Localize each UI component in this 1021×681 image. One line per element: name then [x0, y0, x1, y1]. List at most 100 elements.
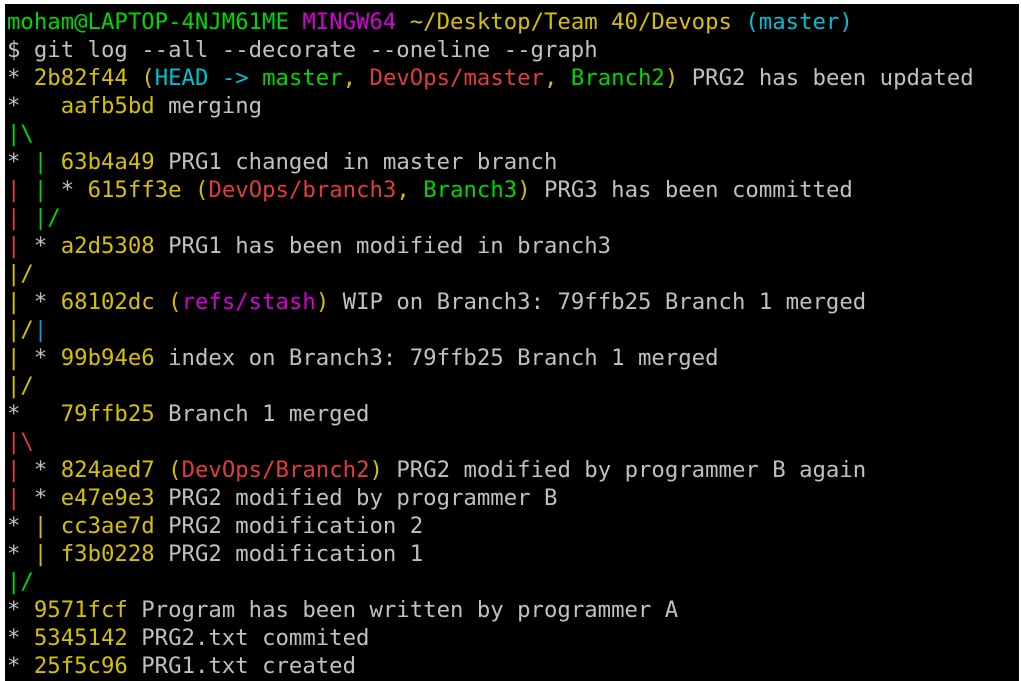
terminal-text: cc3ae7d [60, 513, 155, 539]
terminal-text: | [7, 485, 34, 511]
terminal-text: PRG3 has been committed [530, 177, 853, 203]
terminal-text: PRG2 modification 2 [154, 513, 424, 539]
terminal-line: * | 63b4a49 PRG1 changed in master branc… [7, 148, 974, 176]
terminal-text: * [7, 653, 34, 679]
terminal-line: | |/ [7, 204, 974, 232]
terminal-text: , [544, 65, 571, 91]
terminal-line: | | * 615ff3e (DevOps/branch3, Branch3) … [7, 176, 974, 204]
terminal-text: DevOps/Branch2 [181, 457, 370, 483]
terminal-line: | * 99b94e6 index on Branch3: 79ffb25 Br… [7, 344, 974, 372]
terminal-text: PRG1 changed in master branch [154, 149, 558, 175]
terminal-text: * [7, 625, 34, 651]
terminal-text: ( [194, 177, 209, 203]
terminal-text: PRG2 modified by programmer B again [382, 457, 867, 483]
terminal-text: ( [168, 289, 182, 315]
terminal-text: | [33, 177, 61, 203]
terminal-text: | [7, 345, 34, 371]
terminal-text: |/ [7, 373, 34, 399]
terminal-text: Branch2 [570, 65, 665, 91]
terminal-text: | [7, 457, 34, 483]
terminal-line: * 5345142 PRG2.txt commited [7, 624, 974, 652]
terminal-line: | * a2d5308 PRG1 has been modified in br… [7, 232, 974, 260]
terminal-text: 63b4a49 [60, 149, 155, 175]
terminal-text: | [7, 205, 34, 231]
terminal-text: | [7, 289, 34, 315]
terminal-output: moham@LAPTOP-4NJM61ME MINGW64 ~/Desktop/… [7, 8, 974, 680]
terminal-text: |/ [7, 261, 34, 287]
terminal-text: (master) [745, 9, 853, 35]
terminal-text: 25f5c96 [33, 653, 128, 679]
terminal-line: * 2b82f44 (HEAD -> master, DevOps/master… [7, 64, 974, 92]
terminal-text: * [7, 597, 34, 623]
terminal-text: PRG1 has been modified in branch3 [154, 233, 612, 259]
terminal-text: 99b94e6 [60, 345, 155, 371]
terminal-line: | * 68102dc (refs/stash) WIP on Branch3:… [7, 288, 974, 316]
terminal-window[interactable]: moham@LAPTOP-4NJM61ME MINGW64 ~/Desktop/… [5, 4, 1019, 681]
terminal-text: DevOps/master [369, 65, 545, 91]
terminal-text: * [7, 65, 34, 91]
terminal-text: * [33, 289, 61, 315]
terminal-text: ) [369, 457, 383, 483]
terminal-text: WIP on Branch3: 79ffb25 Branch 1 merged [329, 289, 867, 315]
terminal-text: |\ [7, 429, 34, 455]
terminal-text: * [7, 401, 61, 427]
terminal-text: 824aed7 [60, 457, 155, 483]
terminal-line: | * e47e9e3 PRG2 modified by programmer … [7, 484, 974, 512]
terminal-line: * 9571fcf Program has been written by pr… [7, 596, 974, 624]
terminal-text: PRG2.txt commited [127, 625, 370, 651]
terminal-text: Program has been written by programmer A [127, 597, 679, 623]
terminal-text: 615ff3e [87, 177, 182, 203]
terminal-text: ) [664, 65, 679, 91]
terminal-line: * 79ffb25 Branch 1 merged [7, 400, 974, 428]
terminal-line: | * 824aed7 (DevOps/Branch2) PRG2 modifi… [7, 456, 974, 484]
terminal-text: | [33, 513, 61, 539]
terminal-text: PRG2 modified by programmer B [154, 485, 558, 511]
terminal-line: |\ [7, 120, 974, 148]
terminal-line: * 25f5c96 PRG1.txt created [7, 652, 974, 680]
terminal-text: HEAD -> [154, 65, 263, 91]
terminal-text: | [33, 149, 61, 175]
terminal-text: ~/Desktop/Team 40/Devops [409, 9, 732, 35]
terminal-text: * [7, 149, 34, 175]
terminal-text: |/ [33, 205, 61, 231]
terminal-text: aafb5bd [60, 93, 155, 119]
terminal-text: * [33, 345, 61, 371]
terminal-line: |/ [7, 372, 974, 400]
terminal-text: e47e9e3 [60, 485, 155, 511]
terminal-text: * [60, 177, 88, 203]
terminal-text: 79ffb25 [60, 401, 155, 427]
terminal-text: moham@LAPTOP-4NJM61ME [7, 9, 289, 35]
terminal-text: Branch 1 merged [154, 401, 370, 427]
terminal-text: * [33, 233, 61, 259]
terminal-line: |/ [7, 260, 974, 288]
terminal-text: , [342, 65, 370, 91]
terminal-text: 5345142 [33, 625, 128, 651]
terminal-text: $ git log --all --decorate --oneline --g… [7, 37, 598, 63]
terminal-line: $ git log --all --decorate --oneline --g… [7, 36, 974, 64]
terminal-text: ) [315, 289, 330, 315]
terminal-text: f3b0228 [60, 541, 155, 567]
terminal-text: 68102dc [60, 289, 155, 315]
terminal-text: |\ [7, 121, 34, 147]
terminal-text: refs/stash [181, 289, 316, 315]
terminal-text: merging [154, 93, 263, 119]
terminal-text: | [33, 317, 48, 343]
terminal-text: * [7, 541, 34, 567]
terminal-line: * aafb5bd merging [7, 92, 974, 120]
terminal-line: |/ [7, 568, 974, 596]
terminal-line: * | cc3ae7d PRG2 modification 2 [7, 512, 974, 540]
terminal-text: DevOps/branch3 [208, 177, 397, 203]
terminal-line: * | f3b0228 PRG2 modification 1 [7, 540, 974, 568]
terminal-text: PRG2 modification 1 [154, 541, 424, 567]
terminal-text: * [33, 457, 61, 483]
terminal-line: moham@LAPTOP-4NJM61ME MINGW64 ~/Desktop/… [7, 8, 974, 36]
terminal-line: |/| [7, 316, 974, 344]
terminal-text: ) [517, 177, 531, 203]
